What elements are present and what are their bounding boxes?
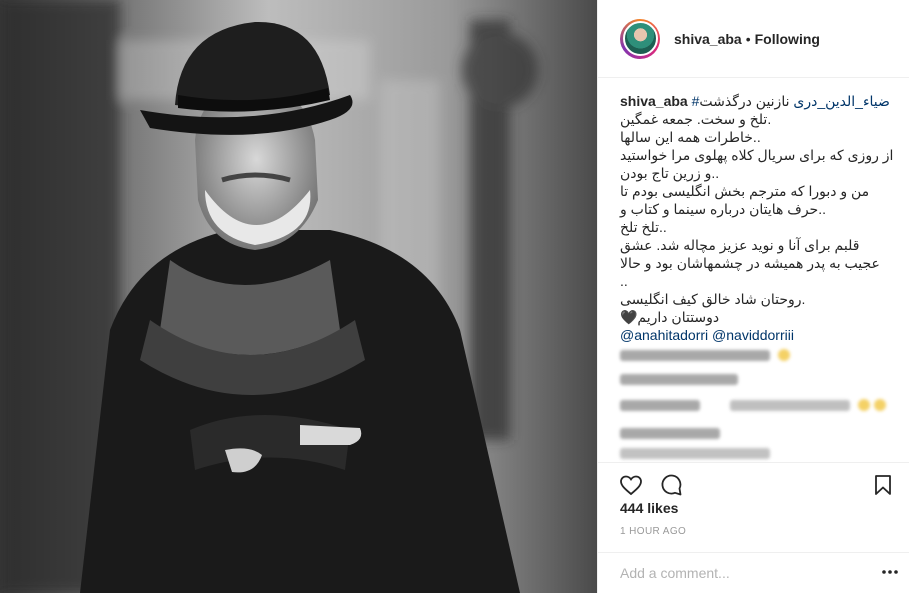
caption-line: از روزی که برای سریال کلاه پهلوی مرا خوا… xyxy=(620,147,894,163)
avatar[interactable] xyxy=(622,21,658,56)
header-separator: • xyxy=(745,30,751,47)
portrait-image xyxy=(0,0,597,593)
likes-count[interactable]: 444 likes xyxy=(620,500,678,516)
caption-username[interactable]: shiva_aba xyxy=(620,93,688,109)
post-photo[interactable] xyxy=(0,0,597,593)
following-button[interactable]: Following xyxy=(755,31,820,47)
emoji-icon xyxy=(874,399,886,411)
action-bar xyxy=(598,462,909,502)
blurred-comment-row xyxy=(620,350,770,361)
caption-line: ..و زرین تاج بودن xyxy=(620,165,720,181)
comment-input[interactable] xyxy=(620,565,870,581)
caption-mentions[interactable]: @anahitadorri @naviddorriii xyxy=(620,326,898,344)
caption-line: قلبم برای آنا و نوید عزیز مچاله شد. عشق xyxy=(620,237,860,253)
heart-icon[interactable] xyxy=(618,473,644,497)
caption-line: .روحتان شاد خالق کیف انگلیسی xyxy=(620,291,806,307)
comment-bar xyxy=(598,552,909,593)
caption-line: دوستتان داریم🖤 xyxy=(620,309,720,325)
blurred-comment-row xyxy=(620,400,700,411)
instagram-post: shiva_aba • Following shiva_aba #ضیاء_ال… xyxy=(0,0,909,593)
header-username[interactable]: shiva_aba xyxy=(674,31,742,47)
emoji-icon xyxy=(778,349,790,361)
caption-line: .. xyxy=(620,273,628,289)
caption-line: عجیب به پدر همیشه در چشمهاشان بود و حالا xyxy=(620,255,880,271)
caption-first-line-text: نازنین درگذشت xyxy=(699,93,794,109)
caption-line: ..تلخ تلخ xyxy=(620,219,667,235)
blurred-comment-row xyxy=(620,374,738,385)
post-caption: shiva_aba #ضیاء_الدین_دری نازنین درگذشت … xyxy=(620,92,898,344)
blurred-comment-row xyxy=(730,400,850,411)
caption-line: .تلخ و سخت. جمعه غمگین xyxy=(620,111,772,127)
caption-first-line: shiva_aba #ضیاء_الدین_دری نازنین درگذشت xyxy=(620,92,898,110)
post-header: shiva_aba • Following xyxy=(598,0,909,78)
caption-line: من و دبورا که مترجم بخش انگلیسی بودم تا xyxy=(620,183,870,199)
post-timestamp[interactable]: 1 HOUR AGO xyxy=(620,526,686,537)
post-sidebar: shiva_aba • Following shiva_aba #ضیاء_ال… xyxy=(597,0,909,593)
story-ring[interactable] xyxy=(620,18,660,59)
blurred-comments xyxy=(620,344,898,462)
blurred-comment-row xyxy=(620,448,770,459)
header-text: shiva_aba • Following xyxy=(674,31,820,47)
more-options-icon[interactable] xyxy=(880,565,900,579)
bookmark-icon[interactable] xyxy=(870,473,896,497)
caption-line: ..حرف هایتان درباره سینما و کتاب و xyxy=(620,201,826,217)
comment-icon[interactable] xyxy=(658,473,684,497)
blurred-comment-row xyxy=(620,428,720,439)
emoji-icon xyxy=(858,399,870,411)
caption-line: ..خاطرات همه این سالها xyxy=(620,129,761,145)
